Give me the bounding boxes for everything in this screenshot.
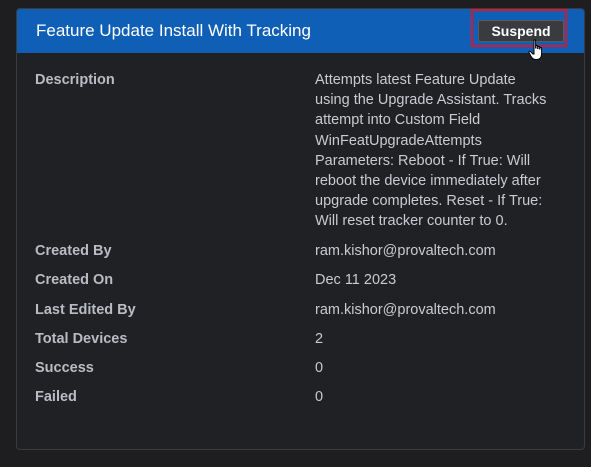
- panel-title: Feature Update Install With Tracking: [36, 21, 311, 40]
- script-details-panel: Feature Update Install With Tracking Sus…: [16, 8, 585, 450]
- panel-header: Feature Update Install With Tracking Sus…: [17, 9, 584, 60]
- total-devices-value: 2: [315, 331, 324, 347]
- description-line: Will reset tracker counter to 0.: [315, 213, 508, 230]
- created-on-value: Dec 11 2023: [315, 272, 397, 288]
- suspend-highlight: Suspend: [471, 9, 567, 60]
- failed-label: Failed: [35, 389, 77, 405]
- success-value: 0: [315, 360, 324, 376]
- description-value: Attempts latest Feature Update using the…: [315, 70, 546, 232]
- description-line: upgrade completes. Reset - If True:: [315, 193, 543, 210]
- description-line: Parameters: Reboot - If True: Will: [315, 152, 531, 169]
- last-edited-by-label: Last Edited By: [35, 302, 136, 318]
- description-line: reboot the device immediately after: [315, 173, 541, 190]
- created-on-label: Created On: [35, 272, 114, 288]
- hand-pointer-icon: [528, 39, 543, 60]
- created-by-value: ram.kishor@provaltech.com: [315, 243, 496, 259]
- description-line: attempt into Custom Field: [315, 112, 481, 129]
- last-edited-by-value: ram.kishor@provaltech.com: [315, 302, 496, 318]
- description-label: Description: [35, 72, 115, 88]
- failed-value: 0: [315, 389, 324, 405]
- suspend-button[interactable]: Suspend: [478, 20, 564, 42]
- total-devices-label: Total Devices: [35, 331, 128, 347]
- description-line: using the Upgrade Assistant. Tracks: [315, 92, 547, 109]
- description-line: Attempts latest Feature Update: [315, 72, 516, 88]
- success-label: Success: [35, 360, 94, 376]
- description-line: WinFeatUpgradeAttempts: [315, 132, 482, 149]
- created-by-label: Created By: [35, 243, 112, 259]
